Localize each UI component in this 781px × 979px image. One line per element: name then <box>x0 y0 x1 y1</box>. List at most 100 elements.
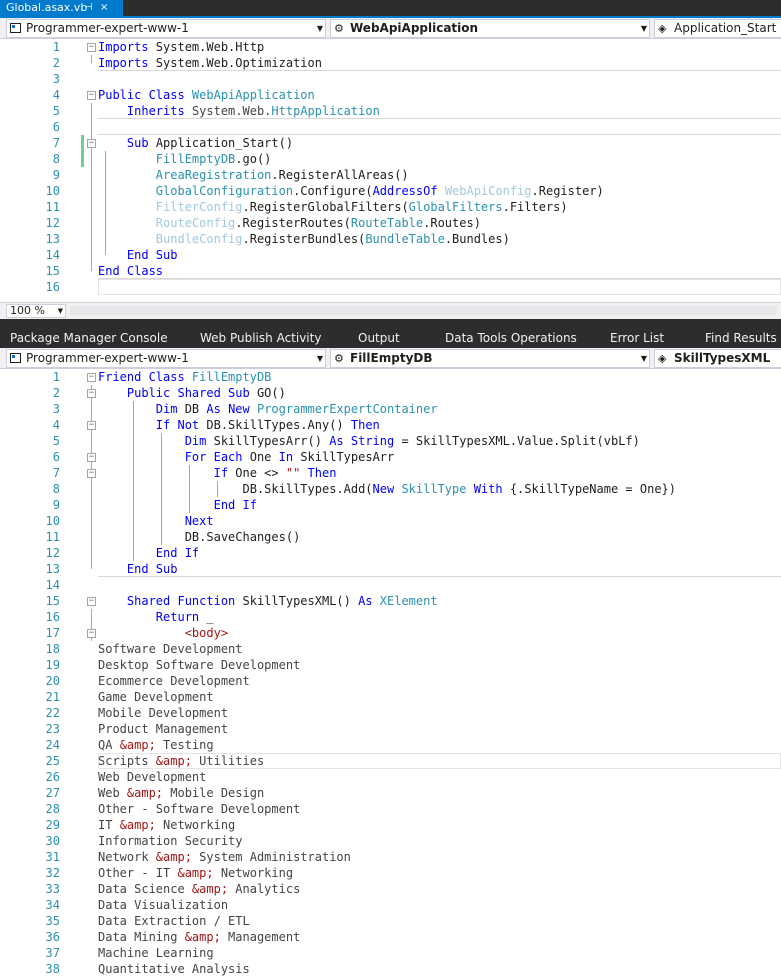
code-line[interactable]: 28 Other - Software Development <box>0 801 781 817</box>
pin-icon[interactable]: ⊣ <box>84 0 93 16</box>
collapse-toggle-icon[interactable]: − <box>87 629 96 638</box>
code-line[interactable]: 3 Dim DB As New ProgrammerExpertContaine… <box>0 401 781 417</box>
horizontal-scrollbar[interactable] <box>70 306 777 315</box>
code-line[interactable]: 2 Imports System.Web.Optimization <box>0 55 781 71</box>
code-line[interactable]: 5 Inherits System.Web.HttpApplication <box>0 103 781 119</box>
tab-data-tools-operations[interactable]: Data Tools Operations <box>445 330 577 346</box>
code-token: &amp; <box>119 738 156 752</box>
code-line[interactable]: 14 End Sub <box>0 247 781 263</box>
bottom-code-editor[interactable]: 1− Friend Class FillEmptyDB 2− Public Shar… <box>0 369 781 979</box>
code-line[interactable]: 26 Web Development <box>0 769 781 785</box>
code-line[interactable]: 15 − Shared Function SkillTypesXML() As X… <box>0 593 781 609</box>
tab-find-results[interactable]: Find Results 1 <box>705 330 781 346</box>
code-line[interactable]: 18 Software Development <box>0 641 781 657</box>
code-line[interactable]: 14 <box>0 577 781 593</box>
code-line[interactable]: 11 FilterConfig.RegisterGlobalFilters(Gl… <box>0 199 781 215</box>
code-line[interactable]: 10 Next <box>0 513 781 529</box>
code-line[interactable]: 23 Product Management <box>0 721 781 737</box>
collapse-toggle-icon[interactable]: − <box>87 139 96 148</box>
tab-package-manager-console[interactable]: Package Manager Console <box>10 330 168 346</box>
code-line[interactable]: 8 DB.SkillTypes.Add(New SkillType With {… <box>0 481 781 497</box>
code-line[interactable]: 9 AreaRegistration.RegisterAllAreas() <box>0 167 781 183</box>
code-line[interactable]: 15 End Class <box>0 263 781 279</box>
code-line[interactable]: 12 End If <box>0 545 781 561</box>
line-number: 17 <box>45 626 60 640</box>
tab-output[interactable]: Output <box>358 330 400 346</box>
code-line[interactable]: 7 − If One <> "" Then <box>0 465 781 481</box>
code-token: &amp; <box>155 754 192 768</box>
top-project-dropdown[interactable]: Programmer-expert-www-1 ▼ <box>6 19 326 38</box>
code-line[interactable]: 10 GlobalConfiguration.Configure(Address… <box>0 183 781 199</box>
code-line[interactable]: 24 QA &amp; Testing <box>0 737 781 753</box>
code-token: .Filters) <box>502 200 568 214</box>
code-line[interactable]: 4 − Public Class WebApiApplication <box>0 87 781 103</box>
code-line[interactable]: 30 Information Security <box>0 833 781 849</box>
collapse-toggle-icon[interactable]: − <box>87 597 96 606</box>
code-line[interactable]: 6 <box>0 119 781 135</box>
code-line[interactable]: 34 Data Visualization <box>0 897 781 913</box>
code-line[interactable]: 12 RouteConfig.RegisterRoutes(RouteTable… <box>0 215 781 231</box>
top-class-dropdown[interactable]: ⚙ WebApiApplication ▼ <box>330 19 650 38</box>
bottom-project-dropdown[interactable]: Programmer-expert-www-1 ▼ <box>6 349 326 368</box>
code-line[interactable]: 7 − Sub Application_Start() <box>0 135 781 151</box>
code-line[interactable]: 33 Data Science &amp; Analytics <box>0 881 781 897</box>
code-line[interactable]: 37 Machine Learning <box>0 945 781 961</box>
collapse-toggle-icon[interactable]: − <box>87 373 96 382</box>
code-line[interactable]: 3 <box>0 71 781 87</box>
code-line[interactable]: 29 IT &amp; Networking <box>0 817 781 833</box>
code-line[interactable]: 5 Dim SkillTypesArr() As String = SkillT… <box>0 433 781 449</box>
code-token: WebApiConfig <box>444 184 532 198</box>
code-line[interactable]: 38 Quantitative Analysis <box>0 961 781 977</box>
collapse-toggle-icon[interactable]: − <box>87 453 96 462</box>
code-line[interactable]: 1 − Friend Class FillEmptyDB <box>0 369 781 385</box>
code-line[interactable]: 17 − <body> <box>0 625 781 641</box>
top-code-editor[interactable]: 1− Imports System.Web.Http 2 Imports System… <box>0 39 781 302</box>
code-token: Data Extraction / ETL <box>98 914 250 928</box>
code-line[interactable]: 19 Desktop Software Development <box>0 657 781 673</box>
top-member-dropdown[interactable]: ◈ Application_Start <box>654 19 781 38</box>
code-line[interactable]: 9 End If <box>0 497 781 513</box>
bottom-member-dropdown[interactable]: ◈ SkillTypesXML <box>654 349 781 368</box>
line-number: 23 <box>45 722 60 736</box>
collapse-toggle-icon[interactable]: − <box>87 43 96 52</box>
document-tab-global-asax[interactable]: Global.asax.vb ⊣ × <box>0 0 123 16</box>
code-line[interactable]: 36 Data Mining &amp; Management <box>0 929 781 945</box>
code-token: &amp; <box>177 866 214 880</box>
code-line[interactable]: 21 Game Development <box>0 689 781 705</box>
code-line[interactable]: 31 Network &amp; System Administration <box>0 849 781 865</box>
code-text: AreaRegistration.RegisterAllAreas() <box>98 167 409 183</box>
close-icon[interactable]: × <box>100 0 108 16</box>
collapse-toggle-icon[interactable]: − <box>87 389 96 398</box>
code-line[interactable]: 11 DB.SaveChanges() <box>0 529 781 545</box>
zoom-dropdown[interactable]: 100 % ▼ <box>6 304 66 318</box>
code-line[interactable]: 16 Return _ <box>0 609 781 625</box>
code-token: Networking <box>213 866 294 880</box>
code-line[interactable]: 16 <box>0 279 781 295</box>
code-line[interactable]: 4 − If Not DB.SkillTypes.Any() Then <box>0 417 781 433</box>
code-line[interactable]: 25 Scripts &amp; Utilities <box>0 753 781 769</box>
code-line[interactable]: 35 Data Extraction / ETL <box>0 913 781 929</box>
code-token: ProgrammerExpertContainer <box>256 402 438 416</box>
code-line[interactable]: 20 Ecommerce Development <box>0 673 781 689</box>
tab-web-publish-activity[interactable]: Web Publish Activity <box>200 330 321 346</box>
tab-error-list[interactable]: Error List <box>610 330 664 346</box>
code-line[interactable]: 6 − For Each One In SkillTypesArr <box>0 449 781 465</box>
code-line[interactable]: 13 BundleConfig.RegisterBundles(BundleTa… <box>0 231 781 247</box>
code-line[interactable]: 32 Other - IT &amp; Networking <box>0 865 781 881</box>
line-number: 2 <box>52 56 60 70</box>
code-line[interactable]: 8 FillEmptyDB.go() <box>0 151 781 167</box>
code-line[interactable]: 13 End Sub <box>0 561 781 577</box>
code-line[interactable]: 27 Web &amp; Mobile Design <box>0 785 781 801</box>
line-number: 16 <box>45 280 60 294</box>
collapse-toggle-icon[interactable]: − <box>87 469 96 478</box>
collapse-toggle-icon[interactable]: − <box>87 91 96 100</box>
code-token: XElement <box>379 594 438 608</box>
bottom-class-dropdown[interactable]: ⚙ FillEmptyDB ▼ <box>330 349 650 368</box>
code-line[interactable]: 2 − Public Shared Sub GO() <box>0 385 781 401</box>
collapse-toggle-icon[interactable]: − <box>87 421 96 430</box>
code-line[interactable]: 1 − Imports System.Web.Http <box>0 39 781 55</box>
code-line[interactable]: 22 Mobile Development <box>0 705 781 721</box>
code-token: Game Development <box>98 690 214 704</box>
